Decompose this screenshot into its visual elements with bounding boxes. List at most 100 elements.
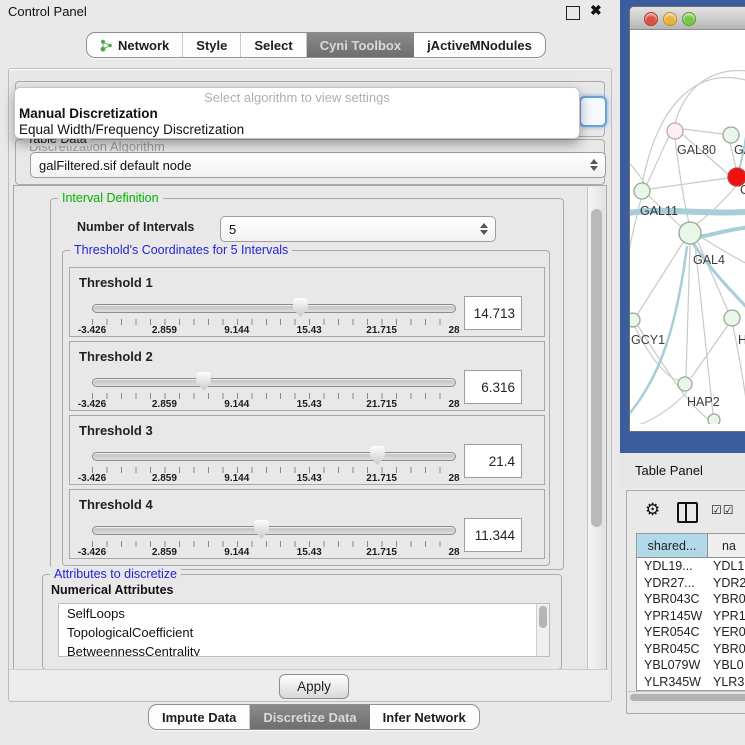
slider-thumb[interactable]: [370, 446, 385, 465]
tick-label: 21.715: [366, 325, 397, 336]
table-panel: ⚙ ☑☑ shared... na YDL19...YDL1YDR27...YD…: [626, 490, 745, 714]
tab-label: jActiveMNodules: [427, 38, 532, 53]
dropdown-prompt[interactable]: Select algorithm to view settings: [15, 88, 579, 106]
threshold-1-value-field[interactable]: 14.713: [464, 296, 522, 330]
tab-label: Style: [196, 38, 227, 53]
threshold-3-value-field[interactable]: 21.4: [464, 444, 522, 478]
network-node[interactable]: [723, 127, 739, 143]
table-header: shared... na: [637, 534, 745, 558]
network-node[interactable]: [724, 310, 740, 326]
num-intervals-combobox[interactable]: 5: [220, 216, 496, 242]
tab-cyni-toolbox[interactable]: Cyni Toolbox: [307, 33, 414, 57]
tick-label: -3.426: [78, 473, 106, 484]
table-cell: YER0: [708, 624, 745, 641]
slider-thumb[interactable]: [196, 372, 211, 391]
scrollbar-thumb[interactable]: [630, 694, 745, 701]
network-node[interactable]: [679, 222, 701, 244]
gear-icon[interactable]: ⚙: [645, 500, 660, 520]
slider-tick-labels: -3.4262.8599.14415.4321.71528: [92, 547, 454, 559]
slider-tick-labels: -3.4262.8599.14415.4321.71528: [92, 325, 454, 337]
tab-impute-data[interactable]: Impute Data: [149, 705, 250, 729]
control-panel-titlebar: Control Panel ✖: [0, 0, 618, 22]
zoom-traffic-icon[interactable]: [682, 12, 696, 26]
threshold-2-value-field[interactable]: 6.316: [464, 370, 522, 404]
dropdown-option-equal-width[interactable]: Equal Width/Frequency Discretization: [15, 122, 579, 138]
column-header-name[interactable]: na: [708, 534, 745, 557]
scrollbar-thumb[interactable]: [591, 209, 602, 527]
network-canvas[interactable]: GAL80GACGAL11GAL4GCY1HHAP2: [630, 30, 745, 424]
table-row[interactable]: YBR045CYBR0: [637, 641, 745, 658]
num-intervals-value: 5: [229, 222, 236, 237]
tab-discretize-data[interactable]: Discretize Data: [250, 705, 369, 729]
tab-label: Impute Data: [162, 710, 236, 725]
table-hscrollbar[interactable]: [628, 691, 745, 703]
threshold-3-box: Threshold 3 -3.4262.8599.14415.4321.7152…: [69, 415, 545, 485]
table-row[interactable]: YBR043CYBR0: [637, 591, 745, 608]
attribute-item[interactable]: BetweennessCentrality: [59, 642, 549, 657]
attributes-list[interactable]: SelfLoopsTopologicalCoefficientBetweenne…: [58, 603, 550, 657]
threshold-4-value-field[interactable]: 11.344: [464, 518, 522, 552]
threshold-4-box: Threshold 4 -3.4262.8599.14415.4321.7152…: [69, 489, 545, 559]
table-row[interactable]: YLR345WYLR3: [637, 674, 745, 691]
combo-arrows-icon: [480, 223, 488, 235]
slider-thumb[interactable]: [254, 520, 269, 539]
slider-track: [92, 378, 456, 387]
table-row[interactable]: YBL079WYBL0: [637, 657, 745, 674]
close-traffic-icon[interactable]: [644, 12, 658, 26]
columns-icon[interactable]: [677, 502, 698, 523]
slider-track: [92, 304, 456, 313]
table-toolbar: ⚙ ☑☑: [627, 491, 745, 531]
float-window-icon[interactable]: [566, 6, 580, 20]
network-node[interactable]: [667, 123, 683, 139]
tab-select[interactable]: Select: [241, 33, 306, 57]
tick-label: 2.859: [152, 547, 177, 558]
select-columns-icons[interactable]: ☑☑: [711, 503, 735, 517]
tick-label: 2.859: [152, 325, 177, 336]
tick-label: 28: [448, 399, 459, 410]
scrollbar-thumb[interactable]: [539, 606, 547, 628]
network-node[interactable]: [630, 313, 640, 327]
table-cell: YLR345W: [637, 674, 708, 691]
dropdown-option-manual[interactable]: Manual Discretization: [15, 106, 579, 122]
apply-button[interactable]: Apply: [279, 674, 349, 699]
column-header-shared-name[interactable]: shared...: [637, 534, 708, 557]
algorithm-combo-edge[interactable]: [579, 96, 607, 127]
node-label: GAL11: [640, 204, 678, 218]
table-row[interactable]: YPR145WYPR1: [637, 608, 745, 625]
network-node[interactable]: [708, 414, 720, 424]
panel-title: Control Panel: [8, 4, 87, 19]
tab-infer-network[interactable]: Infer Network: [370, 705, 479, 729]
node-label: HAP2: [687, 395, 720, 409]
tab-jactivemnodules[interactable]: jActiveMNodules: [414, 33, 545, 57]
attribute-item[interactable]: SelfLoops: [59, 604, 549, 623]
network-node[interactable]: [634, 183, 650, 199]
slider-thumb[interactable]: [293, 298, 308, 317]
threshold-1-slider[interactable]: -3.4262.8599.14415.4321.71528: [92, 298, 454, 332]
table-data-selected: galFiltered.sif default node: [39, 158, 191, 173]
table-data-combobox[interactable]: galFiltered.sif default node: [30, 152, 606, 178]
tab-style[interactable]: Style: [183, 33, 241, 57]
network-node[interactable]: [678, 377, 692, 391]
attribute-item[interactable]: TopologicalCoefficient: [59, 623, 549, 642]
combo-arrows-icon: [590, 159, 598, 171]
threshold-4-slider[interactable]: -3.4262.8599.14415.4321.71528: [92, 520, 454, 554]
node-label: GA: [734, 143, 745, 157]
tick-label: -3.426: [78, 325, 106, 336]
network-window-titlebar[interactable]: [630, 7, 745, 30]
panel-scrollbar[interactable]: [587, 187, 605, 669]
tab-network[interactable]: Network: [87, 33, 183, 57]
table-cell: YER054C: [637, 624, 708, 641]
tick-label: 28: [448, 473, 459, 484]
threshold-3-slider[interactable]: -3.4262.8599.14415.4321.71528: [92, 446, 454, 480]
table-row[interactable]: YDL19...YDL1: [637, 558, 745, 575]
table-cell: YBR0: [708, 591, 745, 608]
thresholds-title: Threshold's Coordinates for 5 Intervals: [70, 243, 292, 257]
tick-label: 28: [448, 325, 459, 336]
right-region: GAL80GACGAL11GAL4GCY1HHAP2 Table Panel ⚙…: [618, 0, 745, 745]
close-icon[interactable]: ✖: [590, 2, 602, 19]
table-row[interactable]: YER054CYER0: [637, 624, 745, 641]
threshold-2-slider[interactable]: -3.4262.8599.14415.4321.71528: [92, 372, 454, 406]
table-row[interactable]: YDR27...YDR2: [637, 575, 745, 592]
attributes-scrollbar[interactable]: [536, 604, 549, 656]
minimize-traffic-icon[interactable]: [663, 12, 677, 26]
